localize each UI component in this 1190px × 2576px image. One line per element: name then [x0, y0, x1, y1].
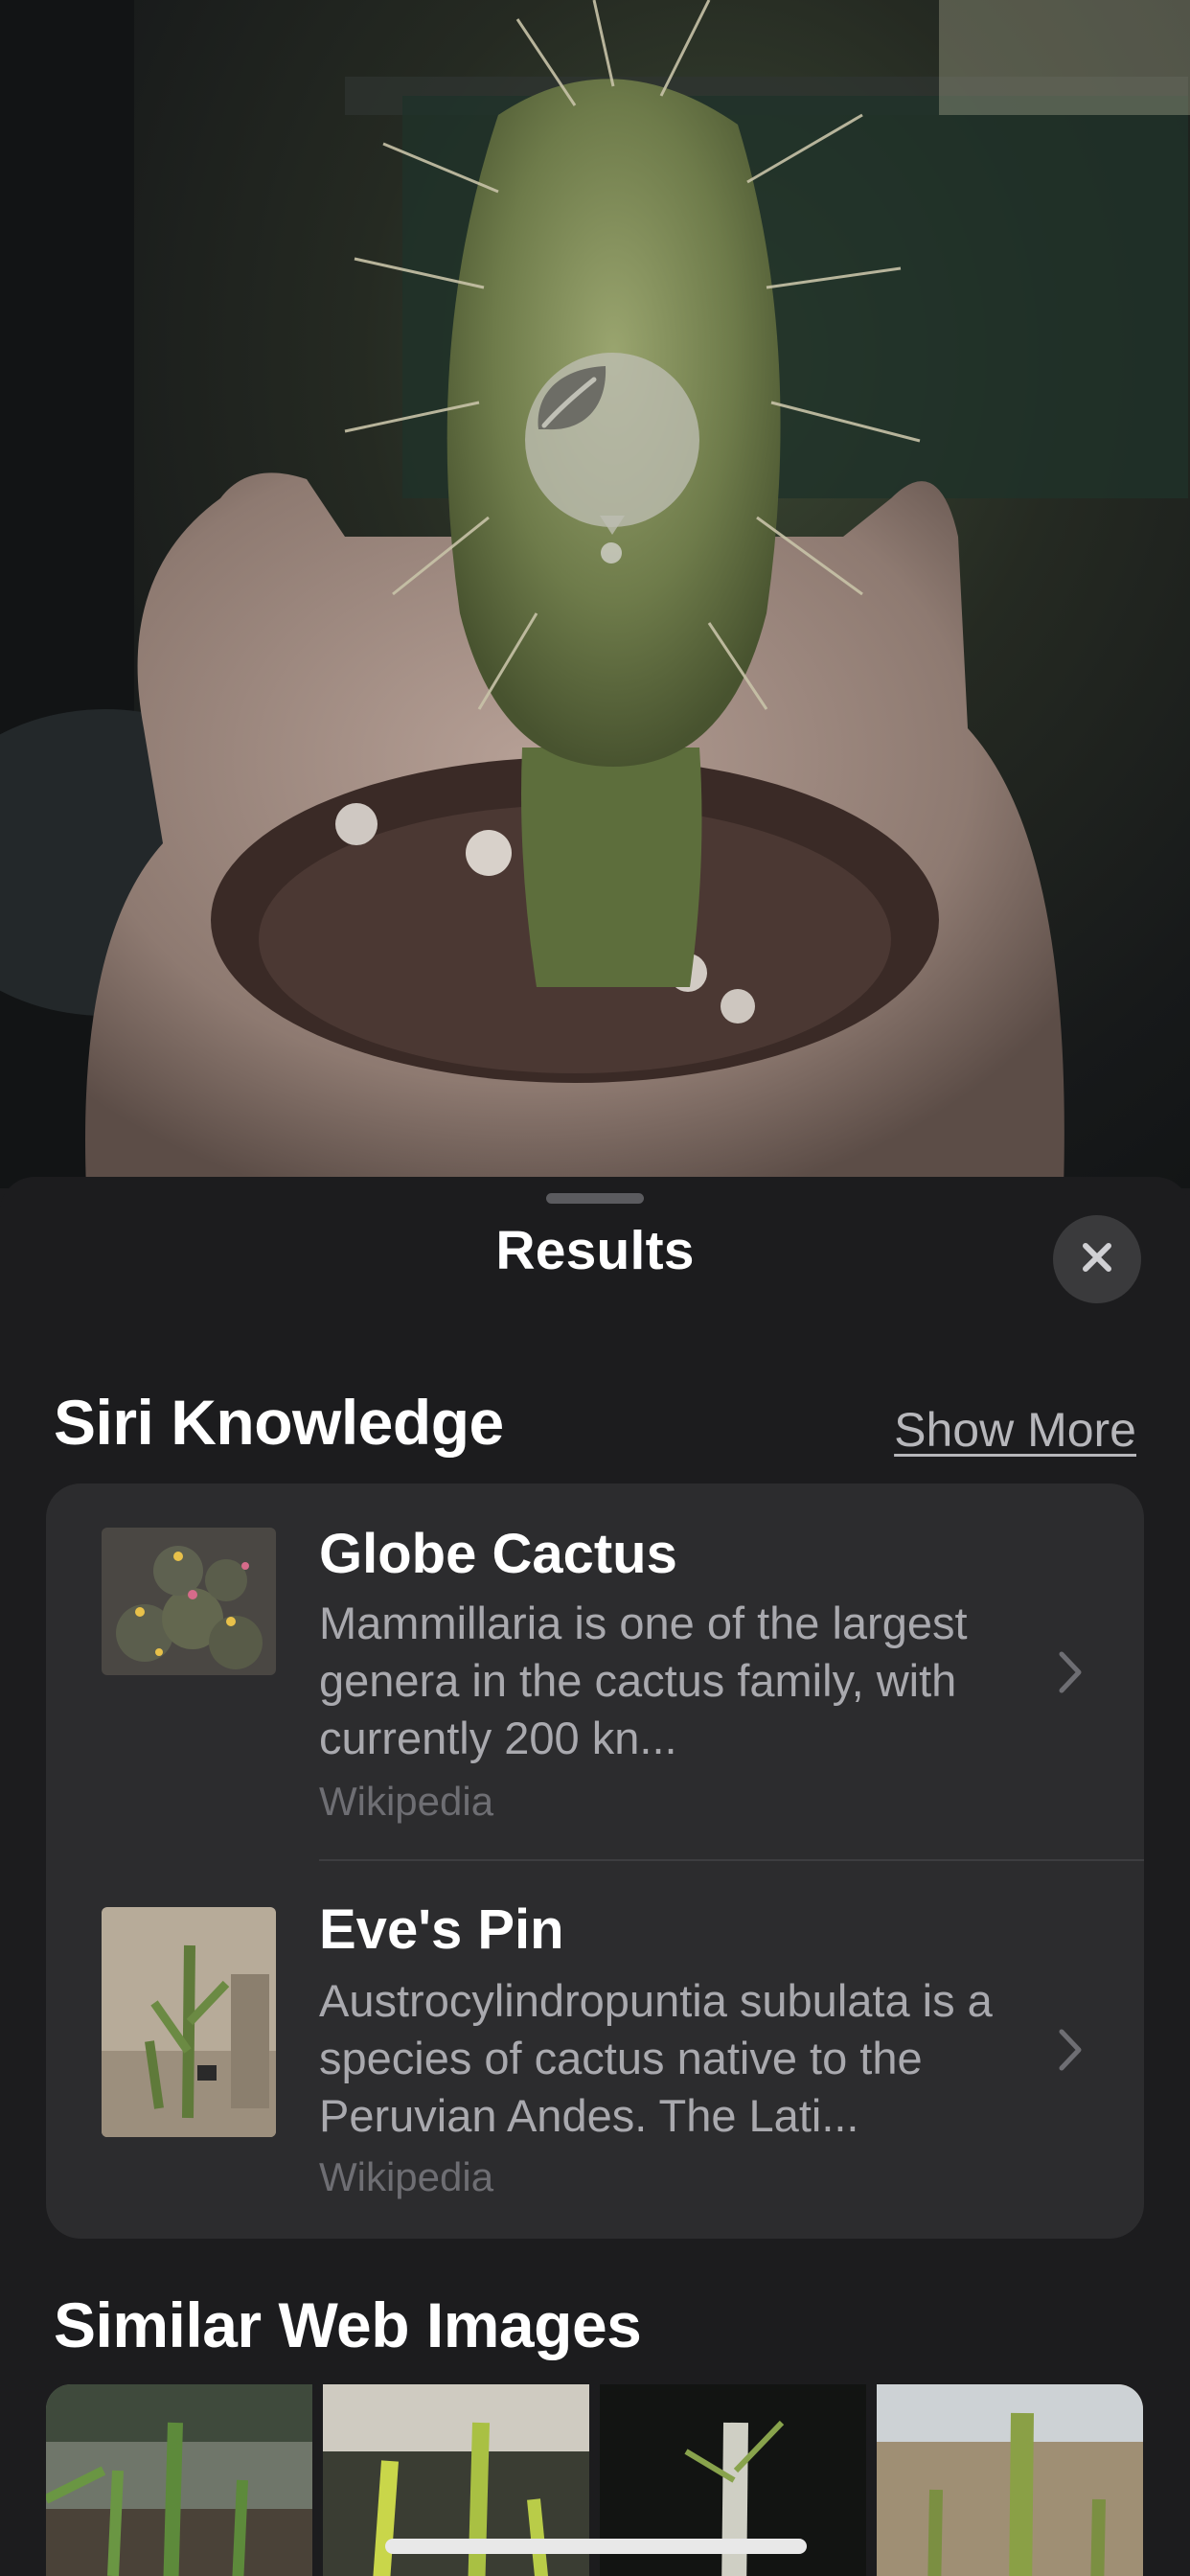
- result-thumbnail: [102, 1528, 276, 1675]
- siri-knowledge-card: Globe Cactus Mammillaria is one of the l…: [46, 1484, 1144, 2239]
- cactus-photo: [0, 0, 1190, 1188]
- similar-image[interactable]: [877, 2384, 1143, 2576]
- lookup-bubble[interactable]: [525, 353, 699, 527]
- result-title: Eve's Pin: [319, 1898, 564, 1961]
- chevron-right-icon: [1054, 2026, 1087, 2074]
- result-source: Wikipedia: [319, 1779, 494, 1824]
- home-indicator[interactable]: [385, 2539, 807, 2554]
- show-more-link[interactable]: Show More: [894, 1402, 1136, 1458]
- close-button[interactable]: [1053, 1215, 1141, 1303]
- lookup-anchor-dot: [601, 542, 622, 564]
- visual-lookup-pin[interactable]: [525, 353, 699, 573]
- result-source: Wikipedia: [319, 2154, 494, 2199]
- sheet-grabber[interactable]: [546, 1193, 644, 1204]
- siri-knowledge-heading: Siri Knowledge: [54, 1387, 504, 1458]
- similar-web-images-heading: Similar Web Images: [54, 2289, 642, 2360]
- result-row-globe-cactus[interactable]: Globe Cactus Mammillaria is one of the l…: [46, 1484, 1144, 1861]
- result-description: Mammillaria is one of the largest genera…: [319, 1598, 968, 1763]
- sheet-title: Results: [495, 1220, 695, 1281]
- result-row-eves-pin[interactable]: Eve's Pin Austrocylindropuntia subulata …: [46, 1861, 1144, 2239]
- similar-image[interactable]: [46, 2384, 312, 2576]
- close-icon: [1078, 1238, 1116, 1281]
- lookup-bubble-tail: [600, 516, 625, 535]
- result-description: Austrocylindropuntia subulata is a speci…: [319, 1975, 993, 2141]
- result-thumbnail: [102, 1907, 276, 2137]
- result-title: Globe Cactus: [319, 1523, 677, 1585]
- results-sheet: Results Siri Knowledge Show More Globe C…: [0, 1177, 1190, 2576]
- chevron-right-icon: [1054, 1648, 1087, 1696]
- photo-viewer: [0, 0, 1190, 1188]
